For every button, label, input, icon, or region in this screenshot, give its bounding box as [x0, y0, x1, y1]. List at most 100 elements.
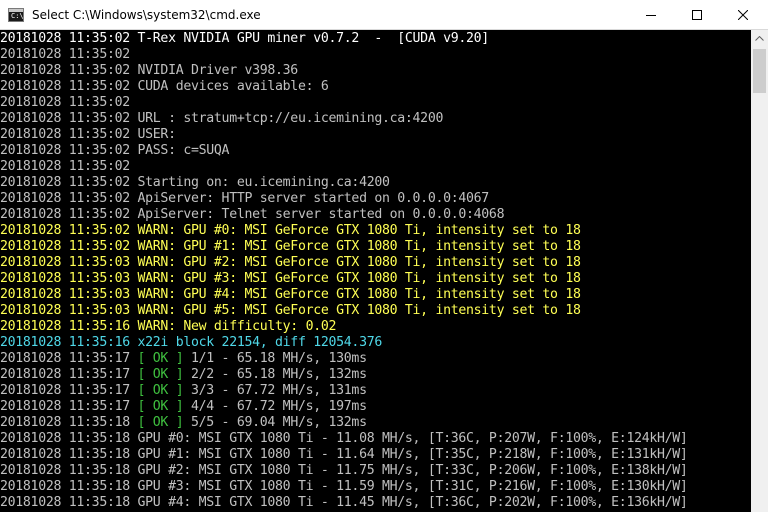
ok-status: OK [145, 383, 176, 398]
log-message: GPU #0: MSI GTX 1080 Ti - 11.08 MH/s, [T… [137, 431, 688, 446]
log-message: URL : stratum+tcp://eu.icemining.ca:4200 [137, 111, 444, 126]
console-line: 20181028 11:35:02 T-Rex NVIDIA GPU miner… [0, 31, 751, 47]
log-message: NVIDIA Driver v398.36 [137, 63, 299, 78]
log-message: x22i block 22154, diff 12054.376 [137, 335, 383, 350]
cmd-window: C:\ Select C:\Windows\system32\cmd.exe 2… [0, 0, 768, 512]
log-timestamp: 20181028 11:35:18 [0, 495, 130, 510]
log-timestamp: 20181028 11:35:02 [0, 63, 130, 78]
console-line: 20181028 11:35:16 x22i block 22154, diff… [0, 335, 751, 351]
scrollbar-thumb[interactable] [753, 49, 766, 93]
log-timestamp: 20181028 11:35:17 [0, 351, 130, 366]
log-message: WARN: GPU #4: MSI GeForce GTX 1080 Ti, i… [137, 287, 581, 302]
close-button[interactable] [720, 0, 768, 30]
log-timestamp: 20181028 11:35:17 [0, 383, 130, 398]
ok-open-bracket: [ [137, 351, 146, 366]
ok-status: OK [145, 367, 176, 382]
console-line: 20181028 11:35:02 USER: [0, 127, 751, 143]
log-timestamp: 20181028 11:35:02 [0, 207, 130, 222]
log-timestamp: 20181028 11:35:18 [0, 415, 130, 430]
ok-status: OK [145, 415, 176, 430]
log-timestamp: 20181028 11:35:18 [0, 479, 130, 494]
console-line: 20181028 11:35:02 ApiServer: HTTP server… [0, 191, 751, 207]
console-line: 20181028 11:35:16 WARN: New difficulty: … [0, 319, 751, 335]
console-line: 20181028 11:35:02 [0, 159, 751, 175]
minimize-button[interactable] [628, 0, 674, 30]
console-line: 20181028 11:35:02 PASS: c=SUQA [0, 143, 751, 159]
log-message: ApiServer: Telnet server started on 0.0.… [137, 207, 505, 222]
log-message: WARN: GPU #2: MSI GeForce GTX 1080 Ti, i… [137, 255, 581, 270]
log-timestamp: 20181028 11:35:16 [0, 319, 130, 334]
console-line: 20181028 11:35:02 WARN: GPU #0: MSI GeFo… [0, 223, 751, 239]
log-message: 4/4 - 67.72 MH/s, 197ms [183, 399, 367, 414]
console-line: 20181028 11:35:18 GPU #4: MSI GTX 1080 T… [0, 495, 751, 511]
log-message: 1/1 - 65.18 MH/s, 130ms [183, 351, 367, 366]
log-message: WARN: GPU #0: MSI GeForce GTX 1080 Ti, i… [137, 223, 581, 238]
console-line: 20181028 11:35:17 [ OK ] 4/4 - 67.72 MH/… [0, 399, 751, 415]
log-timestamp: 20181028 11:35:02 [0, 47, 130, 62]
log-timestamp: 20181028 11:35:18 [0, 463, 130, 478]
log-timestamp: 20181028 11:35:17 [0, 399, 130, 414]
log-timestamp: 20181028 11:35:02 [0, 143, 130, 158]
log-timestamp: 20181028 11:35:18 [0, 447, 130, 462]
window-title: Select C:\Windows\system32\cmd.exe [32, 8, 261, 22]
console-line: 20181028 11:35:17 [ OK ] 3/3 - 67.72 MH/… [0, 383, 751, 399]
console-line: 20181028 11:35:02 CUDA devices available… [0, 79, 751, 95]
console-line: 20181028 11:35:02 URL : stratum+tcp://eu… [0, 111, 751, 127]
log-timestamp: 20181028 11:35:02 [0, 95, 130, 110]
log-timestamp: 20181028 11:35:02 [0, 239, 130, 254]
maximize-button[interactable] [674, 0, 720, 30]
log-message: ApiServer: HTTP server started on 0.0.0.… [137, 191, 490, 206]
log-message: USER: [137, 127, 177, 142]
log-timestamp: 20181028 11:35:17 [0, 367, 130, 382]
log-timestamp: 20181028 11:35:03 [0, 287, 130, 302]
console-line: 20181028 11:35:02 Starting on: eu.icemin… [0, 175, 751, 191]
ok-status: OK [145, 399, 176, 414]
command-prompt-icon[interactable]: C:\ [8, 8, 24, 22]
log-message: Starting on: eu.icemining.ca:4200 [137, 175, 390, 190]
command-prompt-icon-glyph: C:\ [11, 12, 24, 20]
log-message: PASS: c=SUQA [137, 143, 230, 158]
console-line: 20181028 11:35:03 WARN: GPU #4: MSI GeFo… [0, 287, 751, 303]
log-message: 3/3 - 67.72 MH/s, 131ms [183, 383, 367, 398]
console-line: 20181028 11:35:02 NVIDIA Driver v398.36 [0, 63, 751, 79]
console-line: 20181028 11:35:18 GPU #2: MSI GTX 1080 T… [0, 463, 751, 479]
log-message: WARN: New difficulty: 0.02 [137, 319, 337, 334]
vertical-scrollbar[interactable] [751, 30, 768, 512]
console-line: 20181028 11:35:03 WARN: GPU #5: MSI GeFo… [0, 303, 751, 319]
console-line: 20181028 11:35:18 GPU #1: MSI GTX 1080 T… [0, 447, 751, 463]
ok-open-bracket: [ [137, 383, 146, 398]
log-timestamp: 20181028 11:35:02 [0, 159, 130, 174]
console-line: 20181028 11:35:18 GPU #3: MSI GTX 1080 T… [0, 479, 751, 495]
ok-status: OK [145, 351, 176, 366]
scroll-up-button[interactable] [751, 30, 768, 47]
log-message: WARN: GPU #5: MSI GeForce GTX 1080 Ti, i… [137, 303, 581, 318]
log-message: WARN: GPU #1: MSI GeForce GTX 1080 Ti, i… [137, 239, 581, 254]
console-line: 20181028 11:35:02 [0, 47, 751, 63]
ok-open-bracket: [ [137, 415, 146, 430]
log-timestamp: 20181028 11:35:02 [0, 175, 130, 190]
log-timestamp: 20181028 11:35:02 [0, 191, 130, 206]
log-timestamp: 20181028 11:35:02 [0, 127, 130, 142]
title-bar[interactable]: C:\ Select C:\Windows\system32\cmd.exe [0, 0, 768, 30]
minimize-icon [646, 15, 656, 16]
log-message: GPU #2: MSI GTX 1080 Ti - 11.75 MH/s, [T… [137, 463, 688, 478]
console-line: 20181028 11:35:02 [0, 95, 751, 111]
log-message: CUDA devices available: 6 [137, 79, 329, 94]
scroll-up-arrow-icon [755, 36, 764, 41]
log-message: 5/5 - 69.04 MH/s, 132ms [183, 415, 367, 430]
log-timestamp: 20181028 11:35:03 [0, 255, 130, 270]
log-message: GPU #1: MSI GTX 1080 Ti - 11.64 MH/s, [T… [137, 447, 688, 462]
log-timestamp: 20181028 11:35:18 [0, 431, 130, 446]
console-output[interactable]: 20181028 11:35:02 T-Rex NVIDIA GPU miner… [0, 30, 751, 512]
log-message: 2/2 - 65.18 MH/s, 132ms [183, 367, 367, 382]
log-timestamp: 20181028 11:35:02 [0, 79, 130, 94]
console-line: 20181028 11:35:02 ApiServer: Telnet serv… [0, 207, 751, 223]
ok-open-bracket: [ [137, 399, 146, 414]
console-line: 20181028 11:35:17 [ OK ] 1/1 - 65.18 MH/… [0, 351, 751, 367]
log-message: WARN: GPU #3: MSI GeForce GTX 1080 Ti, i… [137, 271, 581, 286]
maximize-icon [692, 10, 702, 20]
log-message: GPU #3: MSI GTX 1080 Ti - 11.59 MH/s, [T… [137, 479, 688, 494]
console-line: 20181028 11:35:17 [ OK ] 2/2 - 65.18 MH/… [0, 367, 751, 383]
console-line: 20181028 11:35:02 WARN: GPU #1: MSI GeFo… [0, 239, 751, 255]
log-timestamp: 20181028 11:35:02 [0, 223, 130, 238]
